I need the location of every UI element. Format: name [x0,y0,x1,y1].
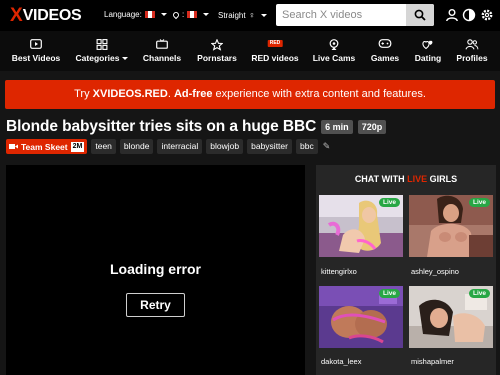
webcam-icon [329,39,339,50]
language-label: Language: [104,10,142,19]
live-panel-heading: CHAT WITH LIVE GIRLS [316,174,496,184]
nav-red-videos[interactable]: RED RED videos [247,31,303,71]
contrast-icon[interactable] [462,8,476,22]
heading-post: GIRLS [427,174,458,184]
premium-banner[interactable]: Try XVIDEOS.RED. Ad-free experience with… [5,80,495,109]
tag-link[interactable]: blowjob [206,139,244,154]
chevron-down-icon [122,57,129,61]
nav-categories[interactable]: Categories [72,31,132,71]
users-icon [465,39,479,50]
country-selector[interactable]: : [171,10,210,19]
heading-pre: CHAT WITH [354,174,408,184]
quality-badge: 720p [357,120,387,134]
nav-games[interactable]: Games [366,31,404,71]
canada-flag-icon [187,11,198,18]
language-selector[interactable]: Language: [104,10,167,19]
tag-link[interactable]: babysitter [247,139,292,154]
nav-label: Pornstars [197,53,237,63]
nav-dating[interactable]: Dating [410,31,446,71]
nav-label: Live Cams [312,53,356,63]
loading-error-text: Loading error [109,261,201,277]
tv-icon [156,39,168,49]
video-title-row: Blonde babysitter tries sits on a huge B… [6,117,387,137]
country-label: : [182,10,185,19]
nav-label: Categories [72,53,132,63]
video-tags: Team Skeet 2M teen blonde interracial bl… [6,139,330,154]
gamepad-icon [378,39,392,48]
live-cams-panel: CHAT WITH LIVE GIRLS Live kittengirlxo L… [316,165,496,375]
nav-label: Best Videos [11,53,61,63]
nav-profiles[interactable]: Profiles [452,31,492,71]
orientation-selector[interactable]: Straight ♀ [218,10,268,20]
chevron-down-icon [203,13,210,16]
cam-thumbnail[interactable]: Live [409,195,493,257]
nav-label: Channels [142,53,182,63]
live-badge: Live [378,289,400,298]
nav-pornstars[interactable]: Pornstars [192,31,242,71]
channel-button[interactable]: Team Skeet 2M [6,139,88,154]
orientation-label: Straight [218,10,246,20]
tag-link[interactable]: interracial [157,139,203,154]
female-symbol-icon: ♀ [248,10,256,20]
nav-label: RED videos [251,53,299,63]
banner-brand: XVIDEOS.RED [92,88,168,100]
location-pin-icon [171,10,181,19]
duration-badge: 6 min [321,120,353,134]
settings-icon[interactable] [480,8,494,22]
live-badge: Live [378,198,400,207]
tag-link[interactable]: blonde [119,139,154,154]
banner-text-post: experience with extra content and featur… [212,88,426,100]
star-icon [211,39,223,51]
site-logo[interactable]: X VIDEOS [10,5,82,26]
banner-adfree: Ad-free [173,88,213,100]
cam-thumbnail[interactable]: Live [319,286,403,348]
camera-icon [9,144,18,149]
cam-username[interactable]: ashley_ospino [411,267,459,276]
live-badge: Live [468,198,490,207]
subscriber-count: 2M [70,141,85,152]
heading-live: LIVE [407,174,428,184]
video-title: Blonde babysitter tries sits on a huge B… [6,118,317,135]
nav-channels[interactable]: Channels [138,31,186,71]
cam-thumbnail[interactable]: Live [409,286,493,348]
cam-username[interactable]: kittengirlxo [321,267,357,276]
video-player[interactable]: Loading error Retry [6,165,305,375]
chevron-down-icon [160,13,167,16]
cam-username[interactable]: mishapalmer [411,357,454,366]
nav-label: Games [370,53,400,63]
red-badge-icon: RED [267,40,283,47]
logo-text: VIDEOS [22,7,82,24]
live-badge: Live [468,289,490,298]
retry-button[interactable]: Retry [126,293,185,317]
hearts-icon [422,40,433,50]
logo-x: X [10,5,23,26]
search-input[interactable] [276,4,406,26]
main-nav: Best Videos Categories Channels Pornstar… [0,31,500,71]
tag-link[interactable]: teen [91,139,116,154]
channel-name: Team Skeet [21,141,68,152]
play-box-icon [30,39,42,49]
search-button[interactable] [406,4,434,26]
top-bar: X VIDEOS Language: : Straight ♀ [0,0,500,31]
canada-flag-icon [144,11,155,18]
nav-live-cams[interactable]: Live Cams [308,31,360,71]
chevron-down-icon [261,13,268,17]
search-icon [414,9,426,21]
cam-thumbnail[interactable]: Live [319,195,403,257]
cam-username[interactable]: dakota_leex [321,357,361,366]
edit-tags-icon[interactable]: ✎ [323,141,331,152]
nav-best-videos[interactable]: Best Videos [4,31,68,71]
banner-text-pre: Try [74,88,93,100]
nav-label: Dating [414,53,442,63]
grid-icon [96,39,108,50]
user-icon[interactable] [445,8,459,22]
nav-label: Profiles [456,53,488,63]
tag-link[interactable]: bbc [295,139,318,154]
search-box [276,4,434,26]
